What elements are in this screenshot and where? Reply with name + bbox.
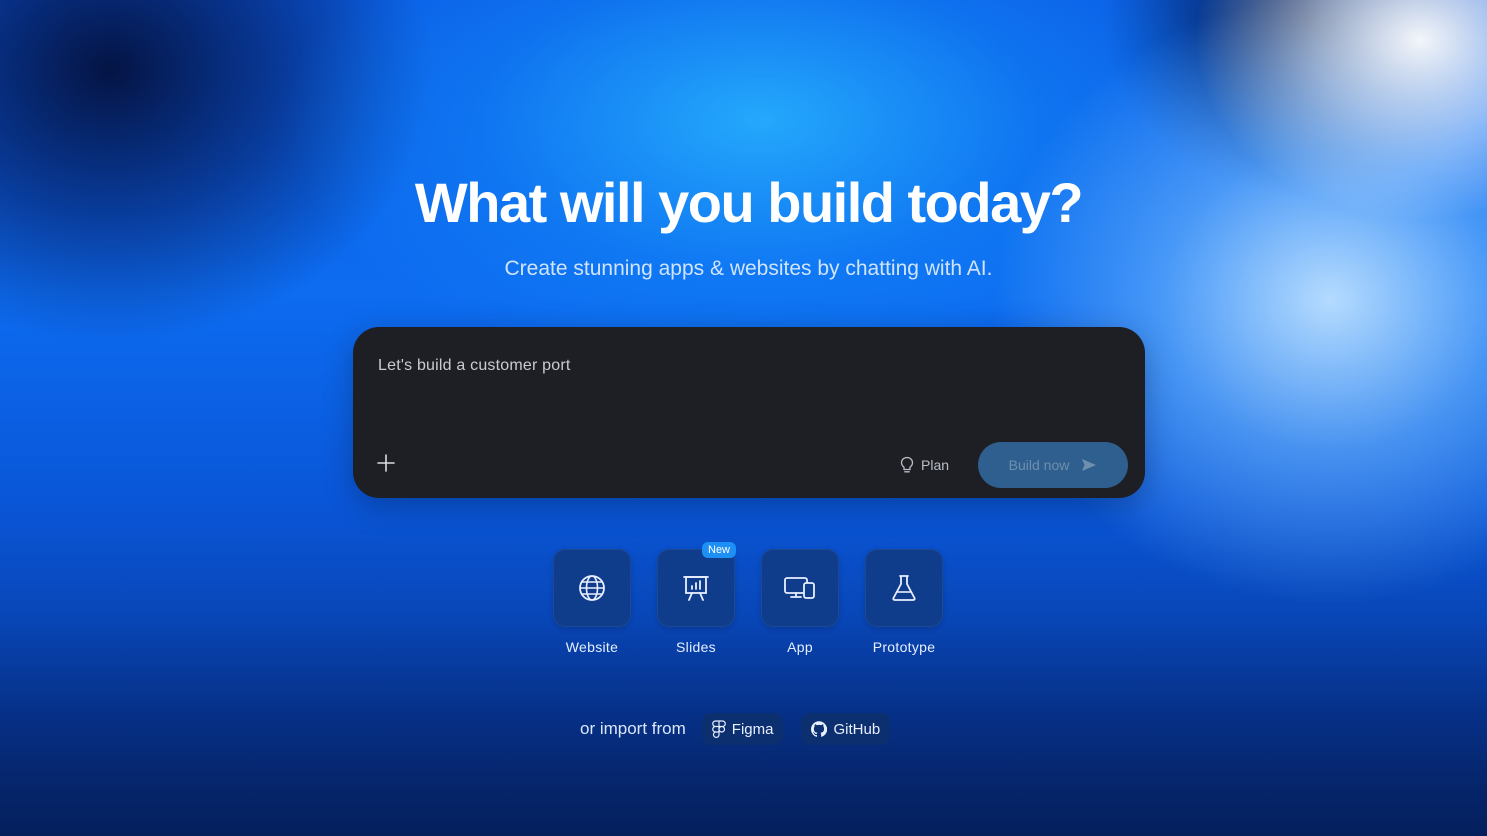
devices-icon xyxy=(784,577,815,599)
prompt-input[interactable]: Let's build a customer port xyxy=(378,357,571,375)
import-label: or import from xyxy=(580,719,686,738)
plan-label: Plan xyxy=(921,457,950,473)
template-app[interactable]: App xyxy=(761,549,839,655)
import-row: or import from Figma GitHub xyxy=(580,713,908,745)
import-github-button[interactable]: GitHub xyxy=(801,713,891,745)
template-slides[interactable]: Slides xyxy=(657,549,735,655)
plan-button[interactable]: Plan xyxy=(899,454,949,476)
page-subtitle: Create stunning apps & websites by chatt… xyxy=(504,257,993,280)
page-title: What will you build today? xyxy=(414,171,1084,234)
globe-icon xyxy=(579,575,605,601)
template-prototype-label: Prototype xyxy=(872,639,936,655)
template-slides-label: Slides xyxy=(676,639,716,655)
flask-icon xyxy=(892,575,916,601)
template-slides-box[interactable] xyxy=(657,549,735,627)
new-badge: New xyxy=(702,542,737,558)
figma-label: Figma xyxy=(731,720,774,738)
template-options: Website Slides App Prototype xyxy=(553,549,953,669)
lightbulb-icon xyxy=(900,456,914,473)
template-prototype[interactable]: Prototype xyxy=(865,549,943,655)
template-website-label: Website xyxy=(565,639,619,655)
github-icon xyxy=(811,721,828,737)
figma-icon xyxy=(712,720,726,738)
template-prototype-box[interactable] xyxy=(865,549,943,627)
prompt-box[interactable]: Let's build a customer port Plan Build n… xyxy=(353,327,1145,498)
add-attachment-button[interactable] xyxy=(375,452,397,474)
plus-icon xyxy=(377,454,395,472)
template-app-label: App xyxy=(787,639,813,655)
template-website[interactable]: Website xyxy=(553,549,631,655)
github-label: GitHub xyxy=(833,720,881,738)
presentation-chart-icon xyxy=(683,576,709,601)
main-content: What will you build today? Create stunni… xyxy=(0,0,1487,836)
template-app-box[interactable] xyxy=(761,549,839,627)
build-now-label: Build now xyxy=(1008,457,1070,473)
send-arrow-icon xyxy=(1082,459,1097,471)
template-website-box[interactable] xyxy=(553,549,631,627)
build-now-button[interactable]: Build now xyxy=(978,442,1128,488)
import-figma-button[interactable]: Figma xyxy=(701,713,784,745)
